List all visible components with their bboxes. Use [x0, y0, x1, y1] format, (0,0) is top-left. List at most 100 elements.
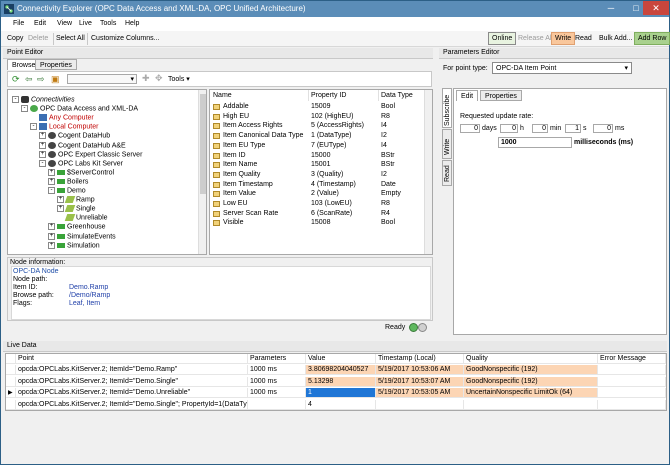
- column-header-quality[interactable]: Quality: [464, 354, 598, 364]
- hours-input[interactable]: [500, 124, 518, 133]
- live-cell-params[interactable]: 1000 ms: [248, 365, 306, 375]
- read-button[interactable]: Read: [575, 35, 592, 42]
- tree-node[interactable]: + Single: [57, 205, 95, 213]
- tree-node[interactable]: + SimulateEvents: [48, 232, 116, 241]
- expand-icon[interactable]: +: [48, 223, 55, 231]
- live-cell-timestamp[interactable]: 5/19/2017 10:53:06 AM: [376, 365, 464, 375]
- tools-dropdown[interactable]: Tools ▾: [168, 75, 190, 83]
- tree-node[interactable]: + Cogent DataHub: [39, 132, 110, 140]
- tree-view[interactable]: - Connectivities - OPC Data Access and XML-…: [7, 89, 207, 255]
- tree-node[interactable]: + OPC Expert Classic Server: [39, 150, 142, 159]
- expand-icon[interactable]: +: [57, 205, 64, 213]
- live-cell-timestamp[interactable]: 5/19/2017 10:53:07 AM: [376, 376, 464, 387]
- folder-icon[interactable]: ▣: [51, 74, 60, 85]
- live-cell-error[interactable]: [598, 399, 666, 410]
- live-cell-timestamp[interactable]: [376, 399, 464, 410]
- table-row[interactable]: Item Name 15001 BStr: [213, 161, 423, 170]
- tree-node[interactable]: + Simulation: [48, 241, 100, 250]
- live-cell-quality[interactable]: [464, 399, 598, 410]
- table-row[interactable]: Item Canonical Data Type 1 (DataType) I2: [213, 132, 423, 141]
- live-cell-point[interactable]: opcda:OPCLabs.KitServer.2; ItemId="Demo.…: [16, 388, 248, 398]
- column-header-data-type[interactable]: Data Type: [381, 90, 425, 101]
- days-input[interactable]: [460, 124, 480, 133]
- collapse-icon[interactable]: -: [30, 123, 37, 131]
- live-cell-value[interactable]: 1: [306, 388, 376, 398]
- tree-node[interactable]: + Greenhouse: [48, 223, 106, 231]
- collapse-icon[interactable]: -: [39, 159, 46, 167]
- live-cell-point[interactable]: opcda:OPCLabs.KitServer.2; ItemId="Demo.…: [16, 365, 248, 375]
- table-row[interactable]: Low EU 103 (LowEU) R8: [213, 200, 423, 209]
- live-cell-value[interactable]: 4: [306, 399, 376, 410]
- column-header-timestamp-local[interactable]: Timestamp (Local): [376, 354, 464, 364]
- row-selector[interactable]: [6, 399, 16, 410]
- tree-node[interactable]: + Cogent DataHub A&E: [39, 141, 126, 150]
- tree-node[interactable]: - OPC Data Access and XML-DA: [21, 105, 138, 113]
- table-row[interactable]: Item ID 15000 BStr: [213, 152, 423, 161]
- tree-node[interactable]: + Ramp: [57, 196, 95, 204]
- back-arrow-icon[interactable]: ⇦: [25, 74, 33, 85]
- expand-icon[interactable]: +: [57, 196, 64, 204]
- table-row[interactable]: Addable 15009 Bool: [213, 103, 423, 112]
- tab-edit[interactable]: Edit: [456, 90, 479, 101]
- customize-columns-button[interactable]: Customize Columns...: [91, 35, 159, 42]
- add-icon[interactable]: ✚: [142, 73, 150, 84]
- live-cell-quality[interactable]: GoodNonspecific (192): [464, 365, 598, 375]
- tree-node[interactable]: Any Computer: [30, 114, 94, 122]
- row-selector[interactable]: [6, 365, 16, 375]
- bulk-add-button[interactable]: Bulk Add...: [599, 35, 632, 42]
- minimize-button[interactable]: ─: [598, 1, 624, 15]
- live-cell-error[interactable]: [598, 376, 666, 387]
- point-type-select[interactable]: OPC-DA Item Point ▾: [492, 62, 632, 74]
- live-cell-params[interactable]: 1000 ms: [248, 376, 306, 387]
- minutes-input[interactable]: [532, 124, 548, 133]
- live-cell-error[interactable]: [598, 388, 666, 398]
- row-selector[interactable]: ▶: [6, 388, 16, 398]
- menu-file[interactable]: File: [13, 20, 24, 27]
- select-all-button[interactable]: Select All: [56, 35, 85, 42]
- title-bar[interactable]: Connectivity Explorer (OPC Data Access a…: [1, 1, 669, 17]
- total-milliseconds-input[interactable]: 1000: [498, 137, 572, 148]
- menu-live[interactable]: Live: [79, 20, 92, 27]
- collapse-icon[interactable]: -: [48, 187, 55, 194]
- live-cell-error[interactable]: [598, 365, 666, 375]
- tree-node[interactable]: - Local Computer: [30, 123, 98, 131]
- close-button[interactable]: ✕: [643, 1, 669, 15]
- expand-icon[interactable]: +: [48, 232, 55, 240]
- column-header-name[interactable]: Name: [213, 90, 309, 101]
- table-row[interactable]: Visible 15008 Bool: [213, 219, 423, 228]
- tree-scrollbar[interactable]: [198, 90, 206, 254]
- tab-subscribe[interactable]: Subscribe: [442, 88, 452, 128]
- table-row[interactable]: Item Access Rights 5 (AccessRights) I4: [213, 122, 423, 131]
- column-header-parameters[interactable]: Parameters: [248, 354, 306, 364]
- table-row[interactable]: Item Quality 3 (Quality) I2: [213, 171, 423, 180]
- add-row-button[interactable]: Add Row: [634, 32, 670, 45]
- table-row[interactable]: Item Timestamp 4 (Timestamp) Date: [213, 181, 423, 190]
- tree-node[interactable]: - Demo: [48, 187, 86, 195]
- tab-parameter-properties[interactable]: Properties: [480, 90, 522, 101]
- column-header-property-id[interactable]: Property ID: [311, 90, 379, 101]
- live-cell-value[interactable]: 5.13298: [306, 376, 376, 387]
- live-cell-quality[interactable]: UncertainNonspecific LimitOk (64): [464, 388, 598, 398]
- menu-edit[interactable]: Edit: [34, 20, 46, 27]
- milliseconds-input[interactable]: [593, 124, 613, 133]
- table-row[interactable]: High EU 102 (HighEU) R8: [213, 113, 423, 122]
- tree-node[interactable]: - Connectivities: [12, 96, 75, 104]
- expand-icon[interactable]: +: [39, 141, 46, 149]
- table-row[interactable]: Server Scan Rate 6 (ScanRate) R4: [213, 210, 423, 219]
- live-cell-point[interactable]: opcda:OPCLabs.KitServer.2; ItemId="Demo.…: [16, 399, 248, 410]
- write-button[interactable]: Write: [551, 32, 576, 45]
- menu-view[interactable]: View: [57, 20, 72, 27]
- live-cell-point[interactable]: opcda:OPCLabs.KitServer.2; ItemId="Demo.…: [16, 376, 248, 387]
- live-cell-timestamp[interactable]: 5/19/2017 10:53:05 AM: [376, 388, 464, 398]
- tab-write[interactable]: Write: [442, 129, 452, 159]
- table-row[interactable]: Item EU Type 7 (EUType) I4: [213, 142, 423, 151]
- move-icon[interactable]: ✥: [155, 73, 163, 84]
- live-cell-params[interactable]: [248, 399, 306, 410]
- copy-button[interactable]: Copy: [7, 35, 23, 42]
- expand-icon[interactable]: +: [39, 150, 46, 158]
- column-header-point[interactable]: Point: [16, 354, 248, 364]
- browse-path-dropdown[interactable]: ▾: [67, 74, 137, 84]
- expand-icon[interactable]: +: [48, 177, 55, 185]
- release-all-button[interactable]: Release All: [518, 35, 553, 42]
- tree-scrollbar-thumb[interactable]: [200, 94, 206, 194]
